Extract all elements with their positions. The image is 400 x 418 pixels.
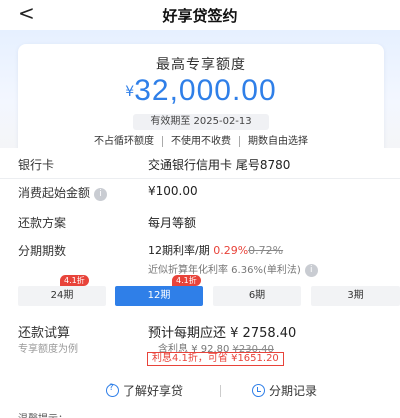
tab-24[interactable]: 4.1折 24期 xyxy=(18,275,106,306)
records-link-label: 分期记录 xyxy=(269,384,318,398)
bank-card-label: 银行卡 xyxy=(18,158,55,172)
nav-bar: < 好享贷签约 xyxy=(0,0,400,30)
help-icon xyxy=(106,383,119,397)
min-amount-value: ¥100.00 xyxy=(148,184,198,198)
min-amount-label: 消费起始金额 i xyxy=(18,184,108,201)
page-title: 好享贷签约 xyxy=(162,7,238,25)
tab-label: 12期 xyxy=(147,290,171,301)
repay-plan-label: 还款方案 xyxy=(18,216,67,230)
learn-link[interactable]: 了解好享贷 xyxy=(106,382,183,399)
records-link[interactable]: 分期记录 xyxy=(252,382,317,399)
currency-symbol: ¥ xyxy=(125,84,135,100)
annual-rate-line: 近似折算年化利率 6.36%(单利法) i xyxy=(148,261,318,277)
min-amount-label-text: 消费起始金额 xyxy=(18,186,91,200)
repay-plan-value: 每月等额 xyxy=(148,216,197,230)
footnote: 温馨提示： xyxy=(18,410,68,418)
monthly-value: ¥ 2758.40 xyxy=(230,326,297,341)
tab-label: 24期 xyxy=(50,290,74,301)
details-panel: 银行卡 交通银行信用卡 尾号8780 消费起始金额 i ¥100.00 还款方案 … xyxy=(0,148,400,398)
divider xyxy=(0,178,400,179)
rate-old: 0.72% xyxy=(248,244,284,257)
discount-badge: 4.1折 xyxy=(60,275,89,286)
trial-label: 还款试算 xyxy=(18,326,71,341)
discount-badge: 4.1折 xyxy=(172,275,201,286)
info-icon[interactable]: i xyxy=(304,264,318,277)
rate-new: 0.29% xyxy=(213,244,249,257)
limit-amount: ¥32,000.00 xyxy=(18,74,384,108)
divider xyxy=(220,385,221,397)
annual-rate-text: 近似折算年化利率 6.36%(单利法) xyxy=(148,265,301,276)
limit-label: 最高专享额度 xyxy=(156,57,246,73)
amount-value: 32,000.00 xyxy=(134,74,277,107)
rate-prefix: 12期利率/期 xyxy=(148,244,210,257)
validity-date: 有效期至 2025-02-13 xyxy=(133,114,269,130)
tab-3[interactable]: 3期 xyxy=(311,286,400,306)
feature-item: 期数自由选择 xyxy=(239,136,316,147)
feature-item: 不使用不收费 xyxy=(162,136,239,147)
tab-label: 3期 xyxy=(347,290,364,301)
installment-tabs: 4.1折 24期 4.1折 12期 6期 3期 xyxy=(18,275,400,306)
monthly-payment: 预计每期应还 ¥ 2758.40 xyxy=(148,322,296,341)
installment-rate: 12期利率/期 0.29%0.72% xyxy=(148,242,283,258)
clock-icon xyxy=(252,384,265,397)
tab-12[interactable]: 4.1折 12期 xyxy=(115,275,203,306)
tab-6[interactable]: 6期 xyxy=(213,286,301,306)
bottom-bar: 了解好享贷 分期记录 温馨提示： xyxy=(0,376,400,418)
hero-background: 最高专享额度 ¥32,000.00 有效期至 2025-02-13 不占循环额度… xyxy=(0,30,400,172)
discount-tag: 利息4.1折，可省 ¥1651.20 xyxy=(147,352,284,366)
feature-list: 不占循环额度 不使用不收费 期数自由选择 xyxy=(18,136,384,147)
trial-sublabel: 专享额度为例 xyxy=(18,344,78,355)
tab-label: 6期 xyxy=(248,290,266,301)
installments-label: 分期期数 xyxy=(18,244,67,258)
feature-item: 不占循环额度 xyxy=(94,136,154,147)
learn-link-label: 了解好享贷 xyxy=(123,384,184,398)
info-icon[interactable]: i xyxy=(94,188,108,201)
monthly-text: 预计每期应还 xyxy=(148,326,227,341)
bank-card-value[interactable]: 交通银行信用卡 尾号8780 xyxy=(148,156,290,173)
